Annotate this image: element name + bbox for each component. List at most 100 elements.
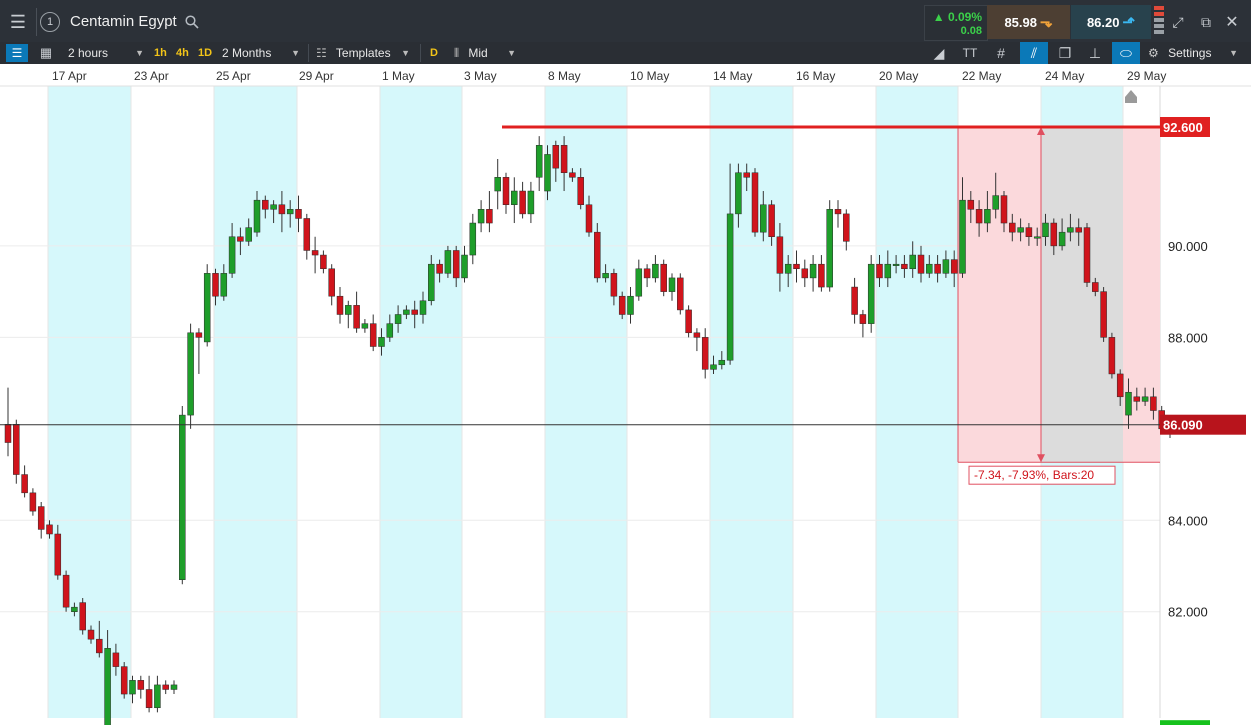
price-type-dropdown[interactable]: ⫴ Mid ▼	[454, 42, 518, 64]
expand-icon[interactable]: ⤢	[1168, 12, 1188, 32]
candle-body	[13, 423, 20, 475]
candle-body	[801, 268, 809, 279]
interval-dropdown[interactable]: 2 hours ▼	[68, 42, 146, 64]
gear-icon: ⚙	[1148, 46, 1159, 60]
close-icon[interactable]: ✕	[1222, 12, 1242, 32]
templates-dropdown[interactable]: ☷ Templates ▼	[316, 42, 412, 64]
candle-body	[1092, 282, 1099, 292]
candle-body	[1000, 195, 1008, 224]
candle-body	[461, 254, 468, 279]
candle-body	[195, 332, 203, 338]
candle-body	[934, 263, 941, 274]
candle-body	[469, 222, 477, 256]
x-axis-label: 14 May	[713, 69, 752, 83]
quick-interval-1d[interactable]: 1D	[198, 42, 212, 64]
list-view-icon[interactable]: ☰	[6, 44, 28, 62]
hamburger-menu-icon[interactable]: ☰	[4, 8, 32, 36]
text-tool-icon[interactable]: TT	[958, 44, 982, 62]
candle-body	[336, 295, 344, 315]
depth-bars-icon[interactable]	[1154, 6, 1164, 38]
label-tag-icon[interactable]: ⬭	[1112, 42, 1140, 64]
candle-body	[203, 273, 211, 343]
chevron-down-icon: ▼	[135, 48, 144, 58]
last-price-tag: 86.090	[1163, 418, 1203, 433]
templates-icon: ☷	[316, 46, 327, 60]
candle-body	[286, 209, 294, 215]
candle-body	[909, 254, 916, 270]
candle-body	[577, 177, 584, 205]
quick-interval-1h[interactable]: 1h	[154, 42, 167, 64]
chart-panel[interactable]: 17 Apr 23 Apr 25 Apr 29 Apr 1 May 3 May 8 May 1…	[0, 64, 1251, 725]
x-axis-label: 29 May	[1127, 69, 1166, 83]
x-axis-label: 3 May	[464, 69, 497, 83]
candle-body	[527, 190, 535, 215]
divider	[308, 44, 309, 62]
sell-button[interactable]: 85.98 ⬎	[987, 5, 1070, 39]
candle-body	[760, 204, 767, 233]
candle-body	[62, 574, 70, 608]
candle-body	[428, 263, 435, 302]
y-axis-label: 84.000	[1168, 513, 1208, 528]
settings-dropdown[interactable]: ⚙ Settings ▼	[1148, 42, 1240, 64]
popout-icon[interactable]: ⧉	[1196, 12, 1216, 32]
x-axis-label: 29 Apr	[299, 69, 334, 83]
drawing-mode-button[interactable]: D	[430, 42, 438, 64]
candle-body	[569, 172, 576, 178]
candle-body	[328, 268, 335, 297]
x-axis-label: 8 May	[548, 69, 581, 83]
candle-body	[544, 154, 551, 192]
candle-body	[162, 684, 169, 690]
candle-body	[245, 227, 252, 242]
candle-body	[876, 263, 883, 279]
candle-body	[1017, 227, 1024, 233]
buy-arrow-icon: ⬏	[1122, 14, 1136, 31]
change-absolute: 0.08	[960, 25, 982, 37]
candle-body	[1116, 373, 1124, 398]
candle-body	[519, 190, 526, 215]
panel-number-badge[interactable]: 1	[40, 12, 60, 32]
candle-body	[361, 323, 369, 329]
quick-interval-4h[interactable]: 4h	[176, 42, 189, 64]
candle-body	[87, 629, 95, 640]
candle-body	[867, 263, 875, 324]
resistance-price-tag: 92.600	[1163, 120, 1203, 135]
range-dropdown[interactable]: 2 Months ▼	[222, 42, 302, 64]
candle-body	[942, 259, 950, 274]
templates-label: Templates	[335, 46, 391, 60]
candle-body	[1125, 391, 1132, 416]
copy-layers-icon[interactable]: ❐	[1054, 44, 1076, 62]
x-axis-label: 23 Apr	[134, 69, 169, 83]
fibonacci-tool-icon[interactable]: ⫽	[1020, 42, 1048, 64]
buy-button[interactable]: 86.20 ⬏	[1071, 5, 1151, 39]
candle-body	[477, 209, 485, 224]
candle-body	[1009, 222, 1016, 233]
candle-body	[369, 323, 377, 347]
instrument-header: ☰ 1 Centamin Egypt ▲ 0.09% 0.08 85.98 ⬎ …	[0, 0, 1251, 43]
candle-body	[917, 254, 925, 274]
candle-body	[419, 300, 427, 315]
candle-body	[718, 359, 726, 366]
position-tool-icon[interactable]: ⊥	[1084, 44, 1106, 62]
candle-body	[71, 606, 78, 612]
candle-body	[170, 684, 178, 690]
candle-body	[212, 273, 219, 297]
y-axis-label: 90.000	[1168, 239, 1208, 254]
x-axis-label: 1 May	[382, 69, 415, 83]
candle-body	[394, 314, 402, 324]
candle-body	[37, 506, 45, 530]
search-icon[interactable]	[182, 12, 202, 32]
instrument-title[interactable]: Centamin Egypt	[70, 13, 177, 30]
candle-body	[685, 309, 692, 334]
candle-body	[851, 286, 858, 315]
candle-body	[237, 236, 244, 242]
grid-hash-icon[interactable]: #	[990, 44, 1012, 62]
divider	[420, 44, 421, 62]
candle-body	[652, 263, 659, 279]
grid-layout-icon[interactable]: ▦	[36, 44, 56, 62]
x-axis-label: 16 May	[796, 69, 835, 83]
candle-body	[1108, 337, 1116, 375]
trendline-icon[interactable]: ◢	[928, 44, 950, 62]
candle-body	[710, 364, 717, 370]
candle-body	[120, 666, 128, 695]
candlestick-chart[interactable]: 17 Apr 23 Apr 25 Apr 29 Apr 1 May 3 May 8 May 1…	[0, 64, 1251, 725]
